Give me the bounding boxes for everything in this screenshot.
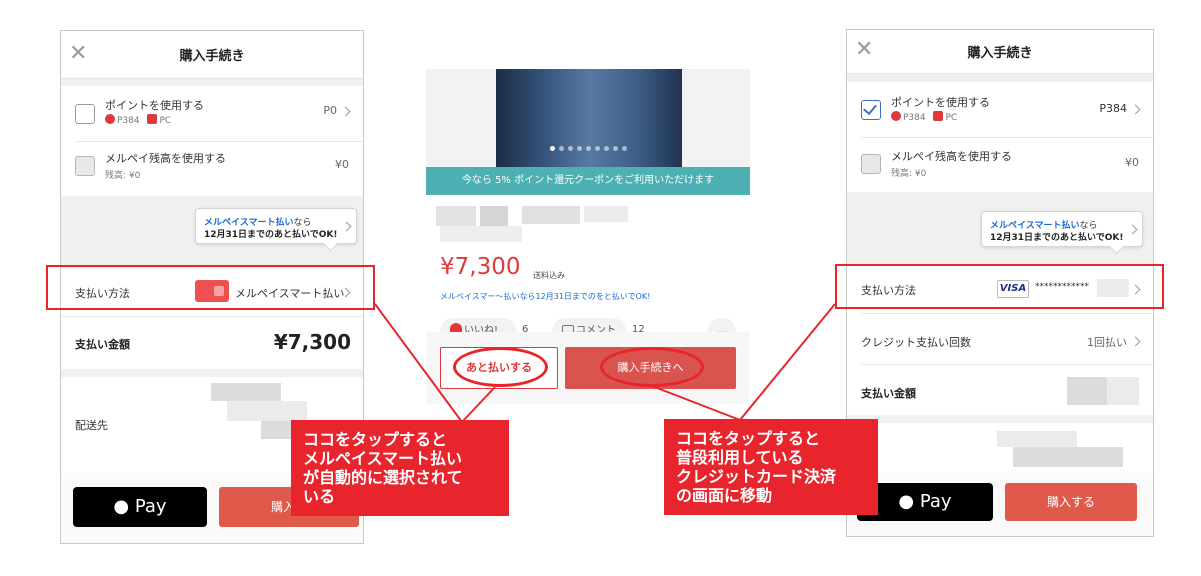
highlight-box-payment-merpay bbox=[46, 265, 375, 310]
connector-line bbox=[739, 303, 836, 421]
callout-line: クレジットカード決済 bbox=[676, 467, 837, 486]
callout-left: ココをタップすると メルペイスマート払い が自動的に選択されて いる bbox=[291, 420, 509, 516]
connector-line bbox=[374, 303, 463, 423]
callout-right: ココをタップすると 普段利用している クレジットカード決済 の画面に移動 bbox=[664, 419, 878, 515]
highlight-box-payment-credit bbox=[835, 264, 1164, 309]
callout-line: ココをタップすると bbox=[303, 430, 448, 449]
connector-line bbox=[461, 386, 496, 423]
callout-line: が自動的に選択されて bbox=[303, 468, 463, 487]
callout-line: の画面に移動 bbox=[676, 486, 773, 505]
callout-line: いる bbox=[303, 487, 336, 506]
highlight-ellipse-proceed bbox=[600, 347, 704, 387]
callout-line: 普段利用している bbox=[676, 448, 804, 467]
callout-line: ココをタップすると bbox=[676, 429, 821, 448]
callout-line: メルペイスマート払い bbox=[303, 449, 463, 468]
highlight-ellipse-atobarai bbox=[453, 347, 548, 387]
connector-line bbox=[651, 385, 741, 421]
